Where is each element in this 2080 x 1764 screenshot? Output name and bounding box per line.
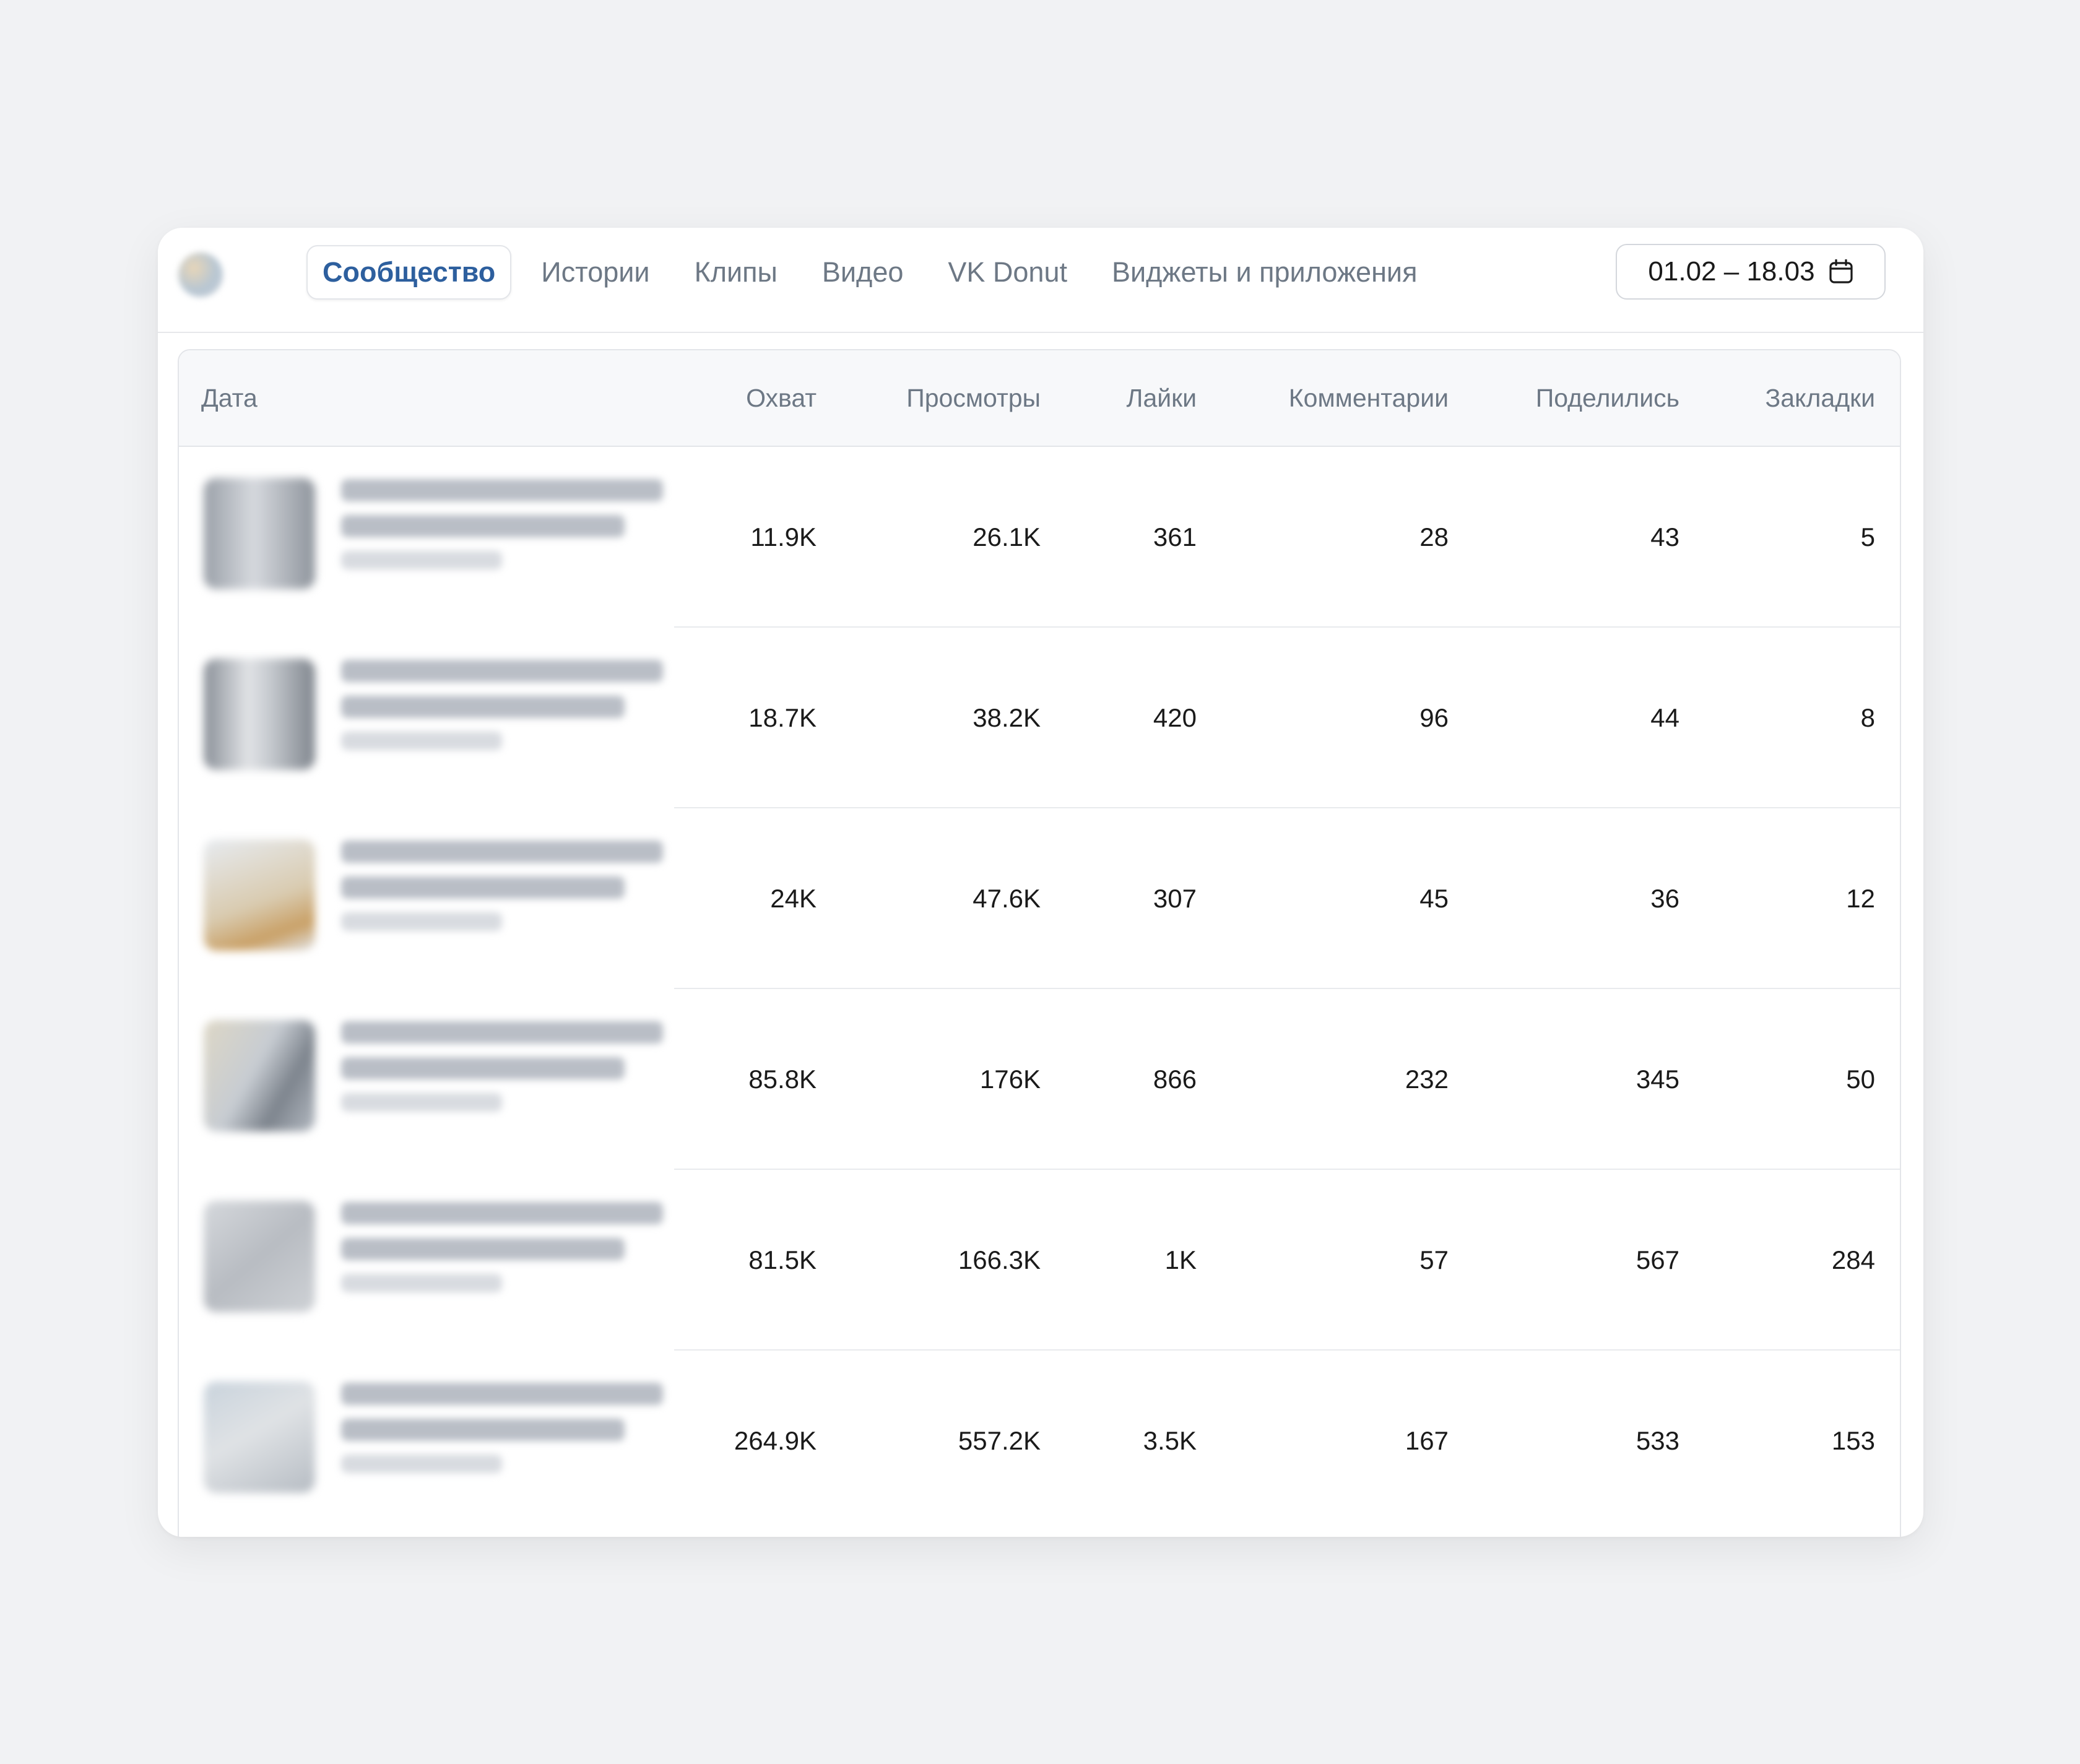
post-preview-text (341, 1383, 663, 1473)
cell-comments: 28 (1419, 522, 1449, 551)
cell-likes: 307 (1153, 884, 1197, 913)
tab-bar: Сообщество Истории Клипы Видео VK Donut … (306, 243, 1447, 302)
cell-shares: 36 (1650, 884, 1679, 913)
tab-video[interactable]: Видео (807, 245, 918, 300)
cell-reach: 24K (770, 884, 817, 913)
post-thumbnail[interactable] (204, 839, 315, 951)
cell-shares: 567 (1636, 1245, 1679, 1274)
tab-community[interactable]: Сообщество (306, 245, 512, 300)
cell-comments: 45 (1419, 884, 1449, 913)
table-header: Дата Охват Просмотры Лайки Комментарии П… (179, 350, 1900, 447)
column-date[interactable]: Дата (201, 350, 258, 446)
cell-bookmarks: 153 (1831, 1426, 1875, 1455)
community-avatar[interactable] (178, 253, 223, 297)
tab-widgets-apps[interactable]: Виджеты и приложения (1097, 245, 1432, 300)
cell-bookmarks: 50 (1846, 1065, 1875, 1094)
post-thumbnail[interactable] (204, 1020, 315, 1131)
tab-clips[interactable]: Клипы (680, 245, 792, 300)
header: Сообщество Истории Клипы Видео VK Donut … (158, 228, 1923, 333)
cell-views: 26.1K (973, 522, 1041, 551)
post-preview-text (341, 1021, 663, 1112)
post-thumbnail[interactable] (204, 1381, 315, 1493)
column-comments[interactable]: Комментарии (1289, 350, 1449, 446)
cell-views: 557.2K (958, 1426, 1041, 1455)
cell-comments: 57 (1419, 1245, 1449, 1274)
cell-likes: 866 (1153, 1065, 1197, 1094)
cell-views: 166.3K (958, 1245, 1041, 1274)
date-range-label: 01.02 – 18.03 (1648, 256, 1815, 287)
cell-views: 47.6K (973, 884, 1041, 913)
posts-table: Дата Охват Просмотры Лайки Комментарии П… (178, 349, 1901, 1537)
table-row[interactable]: 24K 47.6K 307 45 36 12 (179, 808, 1900, 989)
cell-reach: 264.9K (734, 1426, 817, 1455)
cell-reach: 85.8K (748, 1065, 817, 1094)
cell-likes: 3.5K (1143, 1426, 1197, 1455)
post-preview-text (341, 660, 663, 750)
table-row[interactable]: 264.9K 557.2K 3.5K 167 533 153 (179, 1351, 1900, 1531)
cell-comments: 96 (1419, 703, 1449, 732)
cell-shares: 44 (1650, 703, 1679, 732)
cell-shares: 345 (1636, 1065, 1679, 1094)
table-row[interactable]: 18.7K 38.2K 420 96 44 8 (179, 628, 1900, 808)
cell-views: 38.2K (973, 703, 1041, 732)
cell-likes: 361 (1153, 522, 1197, 551)
column-shares[interactable]: Поделились (1536, 350, 1679, 446)
cell-views: 176K (979, 1065, 1041, 1094)
cell-reach: 81.5K (748, 1245, 817, 1274)
cell-likes: 1K (1164, 1245, 1197, 1274)
post-preview-text (341, 479, 663, 569)
cell-likes: 420 (1153, 703, 1197, 732)
cell-comments: 232 (1405, 1065, 1449, 1094)
cell-bookmarks: 284 (1831, 1245, 1875, 1274)
column-bookmarks[interactable]: Закладки (1766, 350, 1875, 446)
table-row[interactable]: 81.5K 166.3K 1K 57 567 284 (179, 1170, 1900, 1351)
post-thumbnail[interactable] (204, 659, 315, 770)
table-row[interactable]: 11.9K 26.1K 361 28 43 5 (179, 447, 1900, 628)
post-thumbnail[interactable] (204, 478, 315, 589)
cell-shares: 533 (1636, 1426, 1679, 1455)
date-range-button[interactable]: 01.02 – 18.03 (1616, 244, 1886, 300)
column-likes[interactable]: Лайки (1127, 350, 1197, 446)
tab-stories[interactable]: Истории (526, 245, 664, 300)
cell-shares: 43 (1650, 522, 1679, 551)
post-thumbnail[interactable] (204, 1201, 315, 1312)
table-row[interactable]: 85.8K 176K 866 232 345 50 (179, 989, 1900, 1170)
stats-card: Сообщество Истории Клипы Видео VK Donut … (158, 228, 1923, 1537)
cell-reach: 18.7K (748, 703, 817, 732)
post-preview-text (341, 1202, 663, 1292)
calendar-icon (1829, 259, 1853, 284)
cell-bookmarks: 5 (1860, 522, 1875, 551)
cell-bookmarks: 8 (1860, 703, 1875, 732)
tab-vk-donut[interactable]: VK Donut (933, 245, 1082, 300)
cell-bookmarks: 12 (1846, 884, 1875, 913)
column-views[interactable]: Просмотры (906, 350, 1041, 446)
post-preview-text (341, 841, 663, 931)
cell-reach: 11.9K (750, 522, 817, 551)
column-reach[interactable]: Охват (746, 350, 817, 446)
cell-comments: 167 (1405, 1426, 1449, 1455)
